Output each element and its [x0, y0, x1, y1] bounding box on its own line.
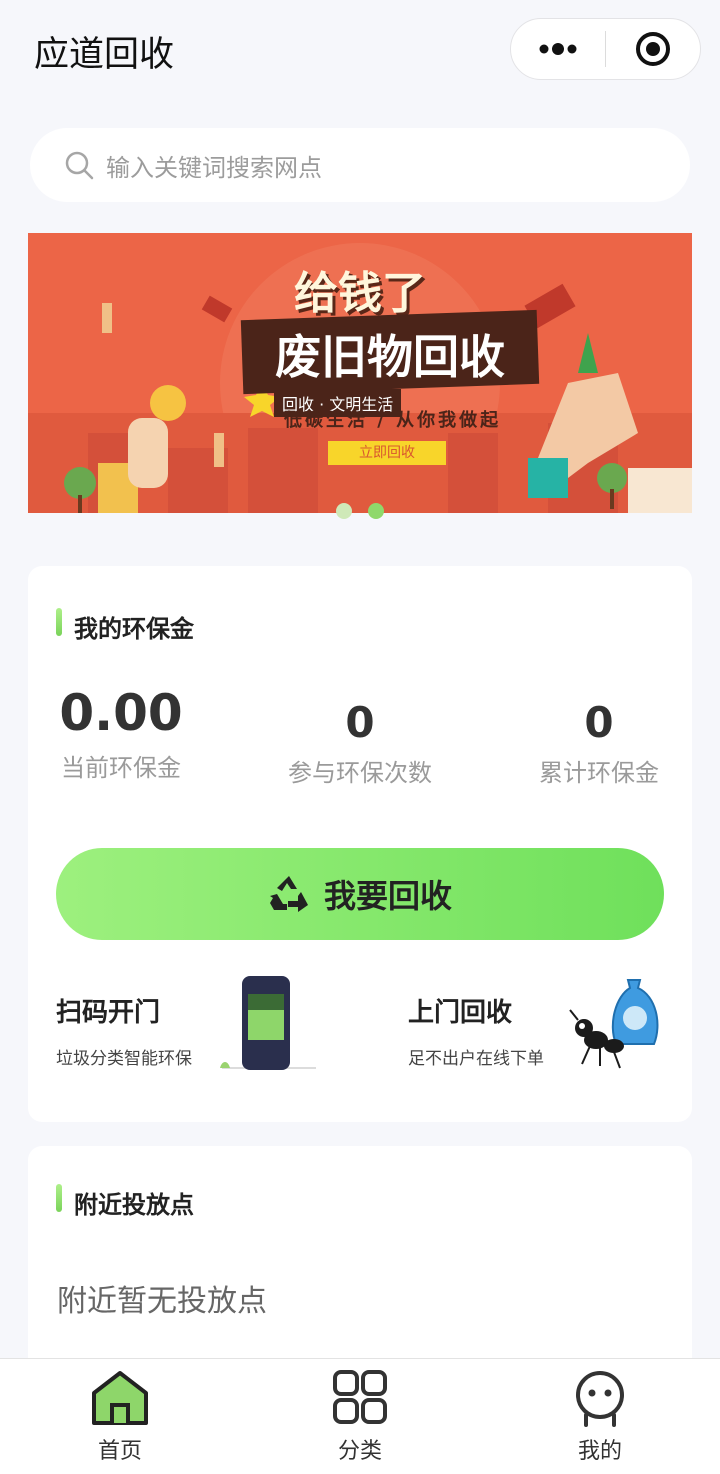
nav-bar: 应道回收	[0, 0, 720, 100]
close-miniprogram-button[interactable]	[606, 19, 700, 79]
search-placeholder: 输入关键词搜索网点	[106, 153, 322, 182]
stat-current-balance: 0.00 当前环保金	[40, 684, 202, 783]
nearby-empty-text: 附近暂无投放点	[57, 1284, 267, 1319]
service-home-pickup[interactable]: 上门回收 足不出户在线下单	[408, 979, 678, 1080]
more-button[interactable]	[511, 19, 605, 79]
nearby-title: 附近投放点	[74, 1191, 194, 1219]
banner-title-2: 废旧物回收	[275, 330, 505, 384]
stat-value: 0	[345, 698, 375, 747]
stat-label: 累计环保金	[539, 759, 659, 787]
stat-label: 参与环保次数	[288, 759, 432, 787]
stat-total-balance: 0 累计环保金	[518, 698, 680, 788]
promo-banner[interactable]: 给钱了 废旧物回收 回收 · 文明生活 低碳生活 / 从你我做起 立即回收	[28, 233, 692, 513]
nearby-card	[28, 1146, 692, 1386]
tab-label: 分类	[337, 1439, 382, 1464]
tab-mine[interactable]: 我的	[540, 1369, 660, 1465]
wallet-title-bar	[56, 608, 62, 636]
tab-bar: 首页 分类 我的	[0, 1358, 720, 1474]
grid-icon	[333, 1370, 387, 1424]
stat-label: 当前环保金	[61, 754, 181, 782]
user-icon	[576, 1371, 624, 1427]
stat-participation-count: 0 参与环保次数	[270, 698, 450, 788]
ant-recycle-bag-icon	[569, 979, 659, 1069]
tab-home[interactable]: 首页	[60, 1369, 180, 1465]
tab-label: 我的	[577, 1439, 622, 1464]
tab-label: 首页	[97, 1439, 142, 1464]
wallet-title: 我的环保金	[74, 615, 194, 643]
banner-title-1: 给钱了	[294, 268, 426, 319]
search-input[interactable]: 输入关键词搜索网点	[30, 128, 690, 202]
page-title: 应道回收	[34, 35, 175, 75]
target-circle-icon	[635, 32, 670, 66]
tab-category[interactable]: 分类	[300, 1369, 420, 1465]
search-icon	[65, 151, 94, 180]
miniprogram-capsule	[510, 18, 701, 80]
banner-subtitle: 低碳生活 / 从你我做起	[284, 410, 502, 431]
pagination-dot-2[interactable]	[368, 503, 384, 519]
service-title: 扫码开门	[56, 998, 161, 1028]
recycle-icon	[269, 876, 308, 912]
banner-pagination	[336, 503, 384, 519]
stat-value: 0.00	[59, 684, 183, 742]
pagination-dot-1[interactable]	[336, 503, 352, 519]
stat-value: 0	[584, 698, 614, 747]
nearby-title-bar	[56, 1184, 62, 1212]
service-title: 上门回收	[408, 998, 513, 1028]
service-subtitle: 足不出户在线下单	[408, 1049, 544, 1069]
recycle-button[interactable]: 我要回收	[56, 848, 664, 940]
recycle-button-label: 我要回收	[323, 877, 452, 915]
phone-scan-icon	[220, 976, 316, 1070]
service-subtitle: 垃圾分类智能环保	[56, 1049, 192, 1069]
banner-recycle-now-button[interactable]: 立即回收	[328, 441, 446, 465]
home-icon	[92, 1371, 148, 1425]
service-scan-open[interactable]: 扫码开门 垃圾分类智能环保	[56, 976, 336, 1080]
more-dots-icon	[539, 43, 577, 55]
